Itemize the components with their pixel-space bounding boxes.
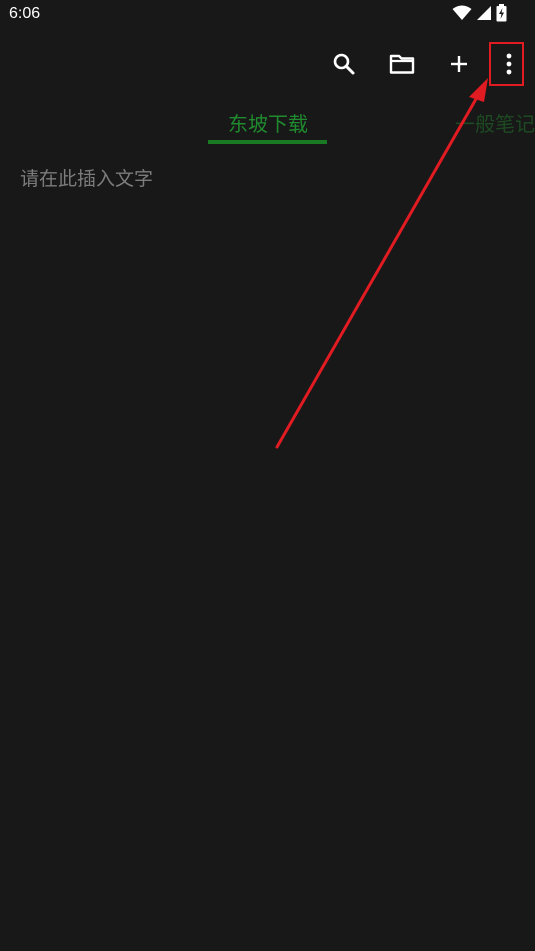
tab-general-notes[interactable]: 一般笔记 [455, 108, 535, 137]
add-icon [449, 54, 469, 78]
editor-placeholder: 请在此插入文字 [20, 168, 154, 190]
status-time: 6:06 [9, 5, 41, 22]
status-icons [452, 4, 507, 26]
signal-icon [476, 5, 492, 25]
toolbar [0, 42, 535, 90]
folder-icon [389, 53, 415, 79]
tab-indicator [208, 140, 327, 144]
tab-dongpo-download[interactable]: 东坡下载 [228, 108, 308, 137]
search-icon [332, 52, 356, 80]
wifi-icon [452, 5, 472, 25]
note-editor[interactable]: 请在此插入文字 [20, 164, 515, 924]
tab-bar: 东坡下载 一般笔记 [0, 100, 535, 146]
search-button[interactable] [324, 42, 364, 90]
battery-charging-icon [496, 4, 507, 26]
add-button[interactable] [439, 42, 479, 90]
folder-button[interactable] [382, 42, 422, 90]
highlight-box [489, 42, 524, 86]
status-bar: 6:06 [0, 0, 535, 30]
